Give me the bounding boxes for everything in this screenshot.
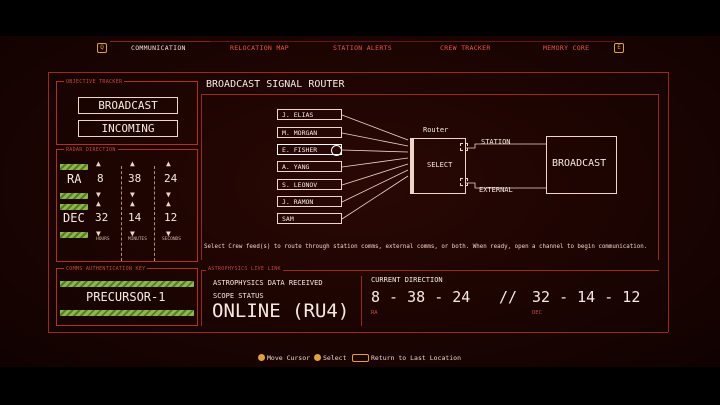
routing-lines (341, 114, 546, 220)
router-instructions: Select Crew feed(s) to route through sta… (204, 244, 648, 250)
current-direction-label: CURRENT DIRECTION (371, 276, 443, 284)
astro-left-line (201, 270, 202, 326)
hint-return: Return to Last Location (371, 354, 462, 362)
router-station-port (460, 143, 468, 151)
ra-reading: 8 - 38 - 24 (371, 288, 471, 306)
letterbox-top (0, 0, 720, 36)
game-screen: Q COMMUNICATION RELOCATION MAP STATION A… (0, 36, 720, 367)
return-button-icon (352, 354, 369, 362)
move-cursor-icon (258, 354, 265, 361)
scope-status-value: ONLINE (RU4) (212, 300, 350, 322)
astro-label: ASTROPHYSICS LIVE LINK (206, 266, 283, 272)
router-label: Router (423, 126, 449, 134)
select-button-icon (314, 354, 321, 361)
direction-separator: // (499, 288, 518, 306)
station-label: STATION (481, 138, 511, 146)
dec-sub-label: DEC (532, 310, 542, 316)
router-select-label: SELECT (427, 161, 453, 169)
router-external-port (460, 178, 468, 186)
letterbox-bottom (0, 367, 720, 405)
dec-reading: 32 - 14 - 12 (532, 288, 641, 306)
hint-select: Select (323, 354, 347, 362)
ra-sub-label: RA (371, 310, 378, 316)
scope-status-label: SCOPE STATUS (213, 292, 264, 300)
hint-move-cursor: Move Cursor (267, 354, 311, 362)
astro-data-received: ASTROPHYSICS DATA RECEIVED (213, 279, 323, 287)
astro-divider (361, 276, 362, 326)
external-label: EXTERNAL (479, 186, 513, 194)
broadcast-label: BROADCAST (552, 158, 607, 169)
